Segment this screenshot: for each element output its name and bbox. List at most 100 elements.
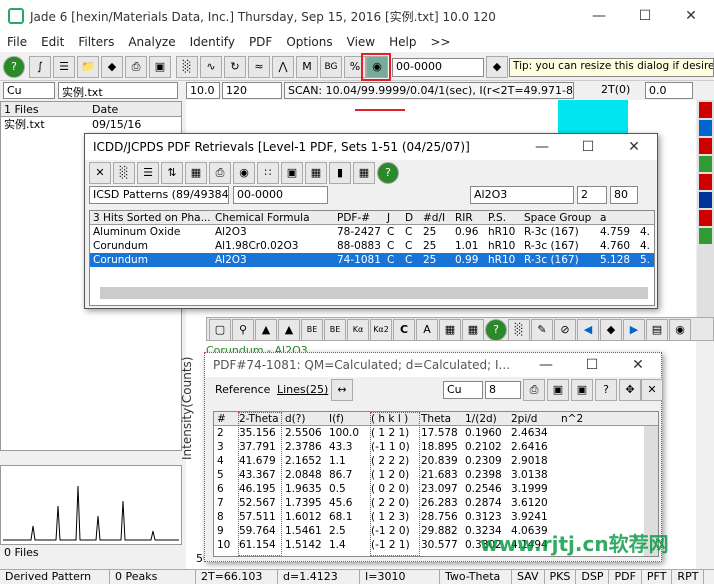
menu-options[interactable]: Options	[279, 35, 339, 49]
status-axis[interactable]: Two-Theta	[440, 570, 512, 584]
col-di[interactable]: #d/I	[420, 212, 452, 224]
list-icon[interactable]: ☰	[137, 162, 159, 184]
copy-icon[interactable]: ▣	[281, 162, 303, 184]
status-pdf[interactable]: PDF	[609, 570, 642, 584]
print-icon[interactable]: ⎙	[125, 56, 147, 78]
col-formula[interactable]: Chemical Formula	[212, 212, 334, 224]
color-swatch-icon[interactable]	[699, 120, 712, 136]
bars-icon[interactable]: ▤	[646, 319, 668, 341]
pdf-dialog-maximize[interactable]: ☐	[565, 139, 611, 155]
maximize-button[interactable]: ☐	[622, 8, 668, 24]
col-rir[interactable]: RIR	[452, 212, 485, 224]
card-close[interactable]: ✕	[615, 357, 661, 373]
table-row-selected[interactable]: Corundum Al2O3 74-1081 C C 25 0.99 hR10 …	[90, 253, 654, 267]
database-select[interactable]: ICSD Patterns (89/49384	[89, 186, 229, 204]
color-swatch-icon[interactable]	[699, 192, 712, 208]
card-number-input[interactable]: 8	[485, 381, 521, 399]
zoom-rect-icon[interactable]: ▢	[209, 319, 231, 341]
formula-input[interactable]: Al2O3	[470, 186, 574, 204]
color-swatch-icon[interactable]	[699, 102, 712, 118]
table-icon[interactable]: ▦	[353, 162, 375, 184]
color-swatch-icon[interactable]	[699, 156, 712, 172]
pdf-number-input[interactable]: 00-0000	[233, 186, 328, 204]
left-arrow-icon[interactable]: ◀	[577, 319, 599, 341]
info-icon[interactable]: ?	[595, 379, 617, 401]
menu-more[interactable]: >>	[423, 35, 457, 49]
peaks-icon[interactable]: ░	[176, 56, 198, 78]
menu-file[interactable]: File	[0, 35, 34, 49]
col-2pid[interactable]: 2pi/d	[508, 413, 558, 425]
status-pft[interactable]: PFT	[642, 570, 673, 584]
sort-icon[interactable]: ⇅	[161, 162, 183, 184]
print2-icon[interactable]: ⎙	[209, 162, 231, 184]
pattern-tool-icon[interactable]: ∫	[29, 56, 51, 78]
save-icon[interactable]: ▣	[149, 56, 171, 78]
color-swatch-icon[interactable]	[699, 210, 712, 226]
color-swatch-icon[interactable]	[699, 228, 712, 244]
col-num[interactable]: #	[214, 413, 236, 425]
col-phase[interactable]: 3 Hits Sorted on Pha...	[90, 212, 212, 224]
help3-icon[interactable]: ?	[377, 162, 399, 184]
move-icon[interactable]: ✥	[619, 379, 641, 401]
minimize-button[interactable]: —	[576, 8, 622, 24]
bar-icon[interactable]: ▮	[329, 162, 351, 184]
fit-icon[interactable]: M	[296, 56, 318, 78]
twotheta-value[interactable]: 0.0	[645, 82, 693, 99]
date-header[interactable]: Date	[89, 103, 179, 116]
menu-identify[interactable]: Identify	[183, 35, 242, 49]
card-element-select[interactable]: Cu	[443, 381, 483, 399]
close-button[interactable]: ✕	[668, 8, 714, 24]
peak2-icon[interactable]: ▲	[278, 319, 300, 341]
spectrum-icon[interactable]: ⋀	[272, 56, 294, 78]
ka-icon[interactable]: Kα	[347, 319, 369, 341]
width-icon[interactable]: ↔	[331, 379, 353, 401]
pdf-dialog-close[interactable]: ✕	[611, 139, 657, 155]
col-if[interactable]: I(f)	[326, 413, 368, 425]
waves-icon[interactable]: ≈	[248, 56, 270, 78]
cancel-icon[interactable]: ⊘	[554, 319, 576, 341]
disk3-icon[interactable]: ▣	[547, 379, 569, 401]
tab-reference[interactable]: Reference	[215, 383, 270, 396]
text-icon[interactable]: A	[416, 319, 438, 341]
col-ps[interactable]: P.S.	[485, 212, 521, 224]
peak-icon[interactable]: ▲	[255, 319, 277, 341]
magnifier-icon[interactable]: ⚲	[232, 319, 254, 341]
file-select[interactable]: 实例.txt	[58, 82, 178, 99]
menu-edit[interactable]: Edit	[34, 35, 71, 49]
card-x-icon[interactable]: ✕	[641, 379, 663, 401]
be2-icon[interactable]: BE	[324, 319, 346, 341]
smooth-icon[interactable]: ∿	[200, 56, 222, 78]
menu-pdf[interactable]: PDF	[242, 35, 279, 49]
col-d[interactable]: d(?)	[282, 413, 326, 425]
grid-icon[interactable]: ▦	[439, 319, 461, 341]
diamond-icon[interactable]: ◆	[486, 56, 508, 78]
copy2-icon[interactable]: ▣	[571, 379, 593, 401]
status-dsp[interactable]: DSP	[576, 570, 610, 584]
help2-icon[interactable]: ?	[485, 319, 507, 341]
printer-icon[interactable]: ⎙	[523, 379, 545, 401]
col-a[interactable]: a	[597, 212, 637, 224]
card-minimize[interactable]: —	[523, 357, 569, 373]
files-header[interactable]: 1 Files	[1, 103, 89, 116]
range-end[interactable]: 120	[222, 82, 282, 99]
menu-view[interactable]: View	[340, 35, 382, 49]
bg-icon[interactable]: BG	[320, 56, 342, 78]
status-rpt[interactable]: RPT	[672, 570, 705, 584]
c-icon[interactable]: C	[393, 319, 415, 341]
element-select[interactable]: Cu	[3, 82, 55, 99]
table-row[interactable]: Aluminum Oxide Al2O3 78-2427 C C 25 0.96…	[90, 225, 654, 239]
scale-icon[interactable]: ∷	[257, 162, 279, 184]
right-arrow-icon[interactable]: ▶	[623, 319, 645, 341]
col-j[interactable]: J	[384, 212, 402, 224]
hits-input[interactable]: 2	[577, 186, 607, 204]
status-sav[interactable]: SAV	[512, 570, 545, 584]
col-n2[interactable]: n^2	[558, 413, 588, 425]
pencil-icon[interactable]: ✎	[531, 319, 553, 341]
file-row[interactable]: 实例.txt 09/15/16	[1, 117, 181, 132]
expand-icon[interactable]: ◆	[600, 319, 622, 341]
chart-icon[interactable]: ░	[508, 319, 530, 341]
filter-icon[interactable]: ▦	[185, 162, 207, 184]
col-pdfno[interactable]: PDF-#	[334, 212, 384, 224]
pdf-dialog-minimize[interactable]: —	[519, 139, 565, 155]
table-row[interactable]: Corundum Al1.98Cr0.02O3 88-0883 C C 25 1…	[90, 239, 654, 253]
